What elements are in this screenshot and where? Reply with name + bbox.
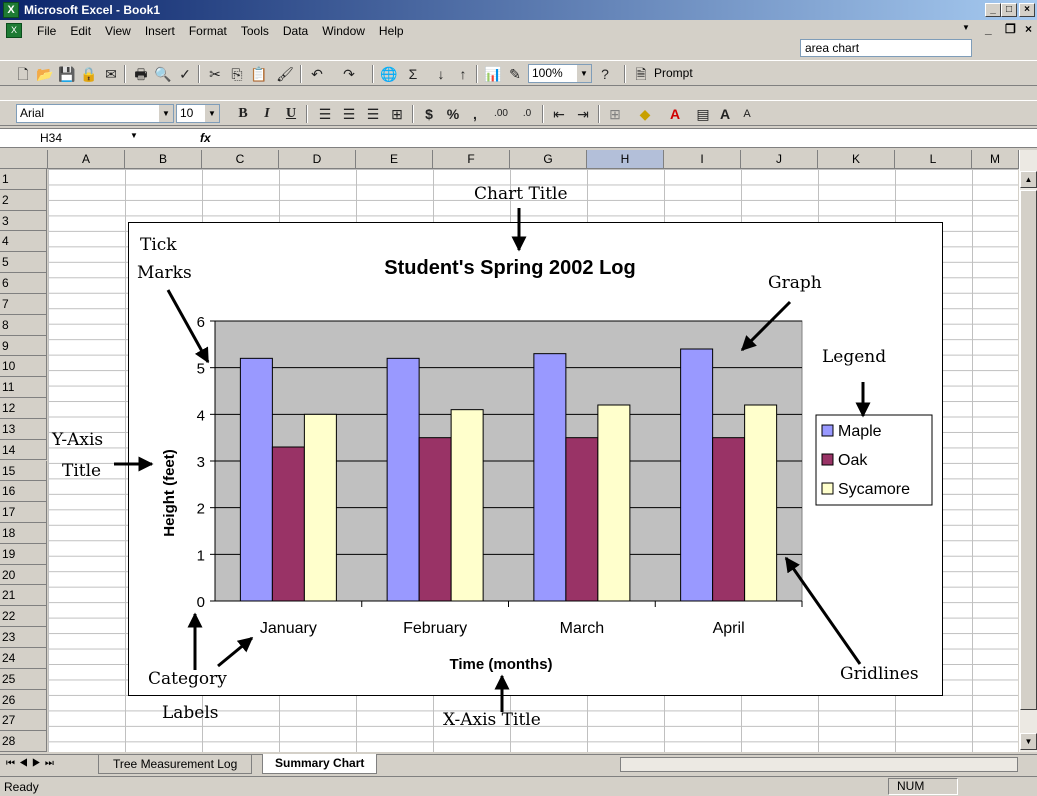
horizontal-scrollbar[interactable] <box>620 757 1018 772</box>
arrow-graph <box>740 300 792 352</box>
sheet-tab-bar: ⏮◀▶⏭ Tree Measurement Log Summary Chart <box>0 754 1037 774</box>
arrow-gridlines <box>784 556 862 665</box>
status-text: Ready <box>4 780 39 794</box>
arrow-tick-marks <box>166 289 210 364</box>
annotation-arrows <box>114 208 871 712</box>
num-lock-indicator: NUM <box>888 778 958 795</box>
tab-summary-chart[interactable]: Summary Chart <box>262 754 378 774</box>
tab-tree-measurement-log[interactable]: Tree Measurement Log <box>98 755 253 774</box>
status-bar: Ready NUM <box>0 776 1037 796</box>
tab-scroll-buttons[interactable]: ⏮◀▶⏭ <box>6 758 58 769</box>
arrow-category-labels-2 <box>217 636 254 668</box>
